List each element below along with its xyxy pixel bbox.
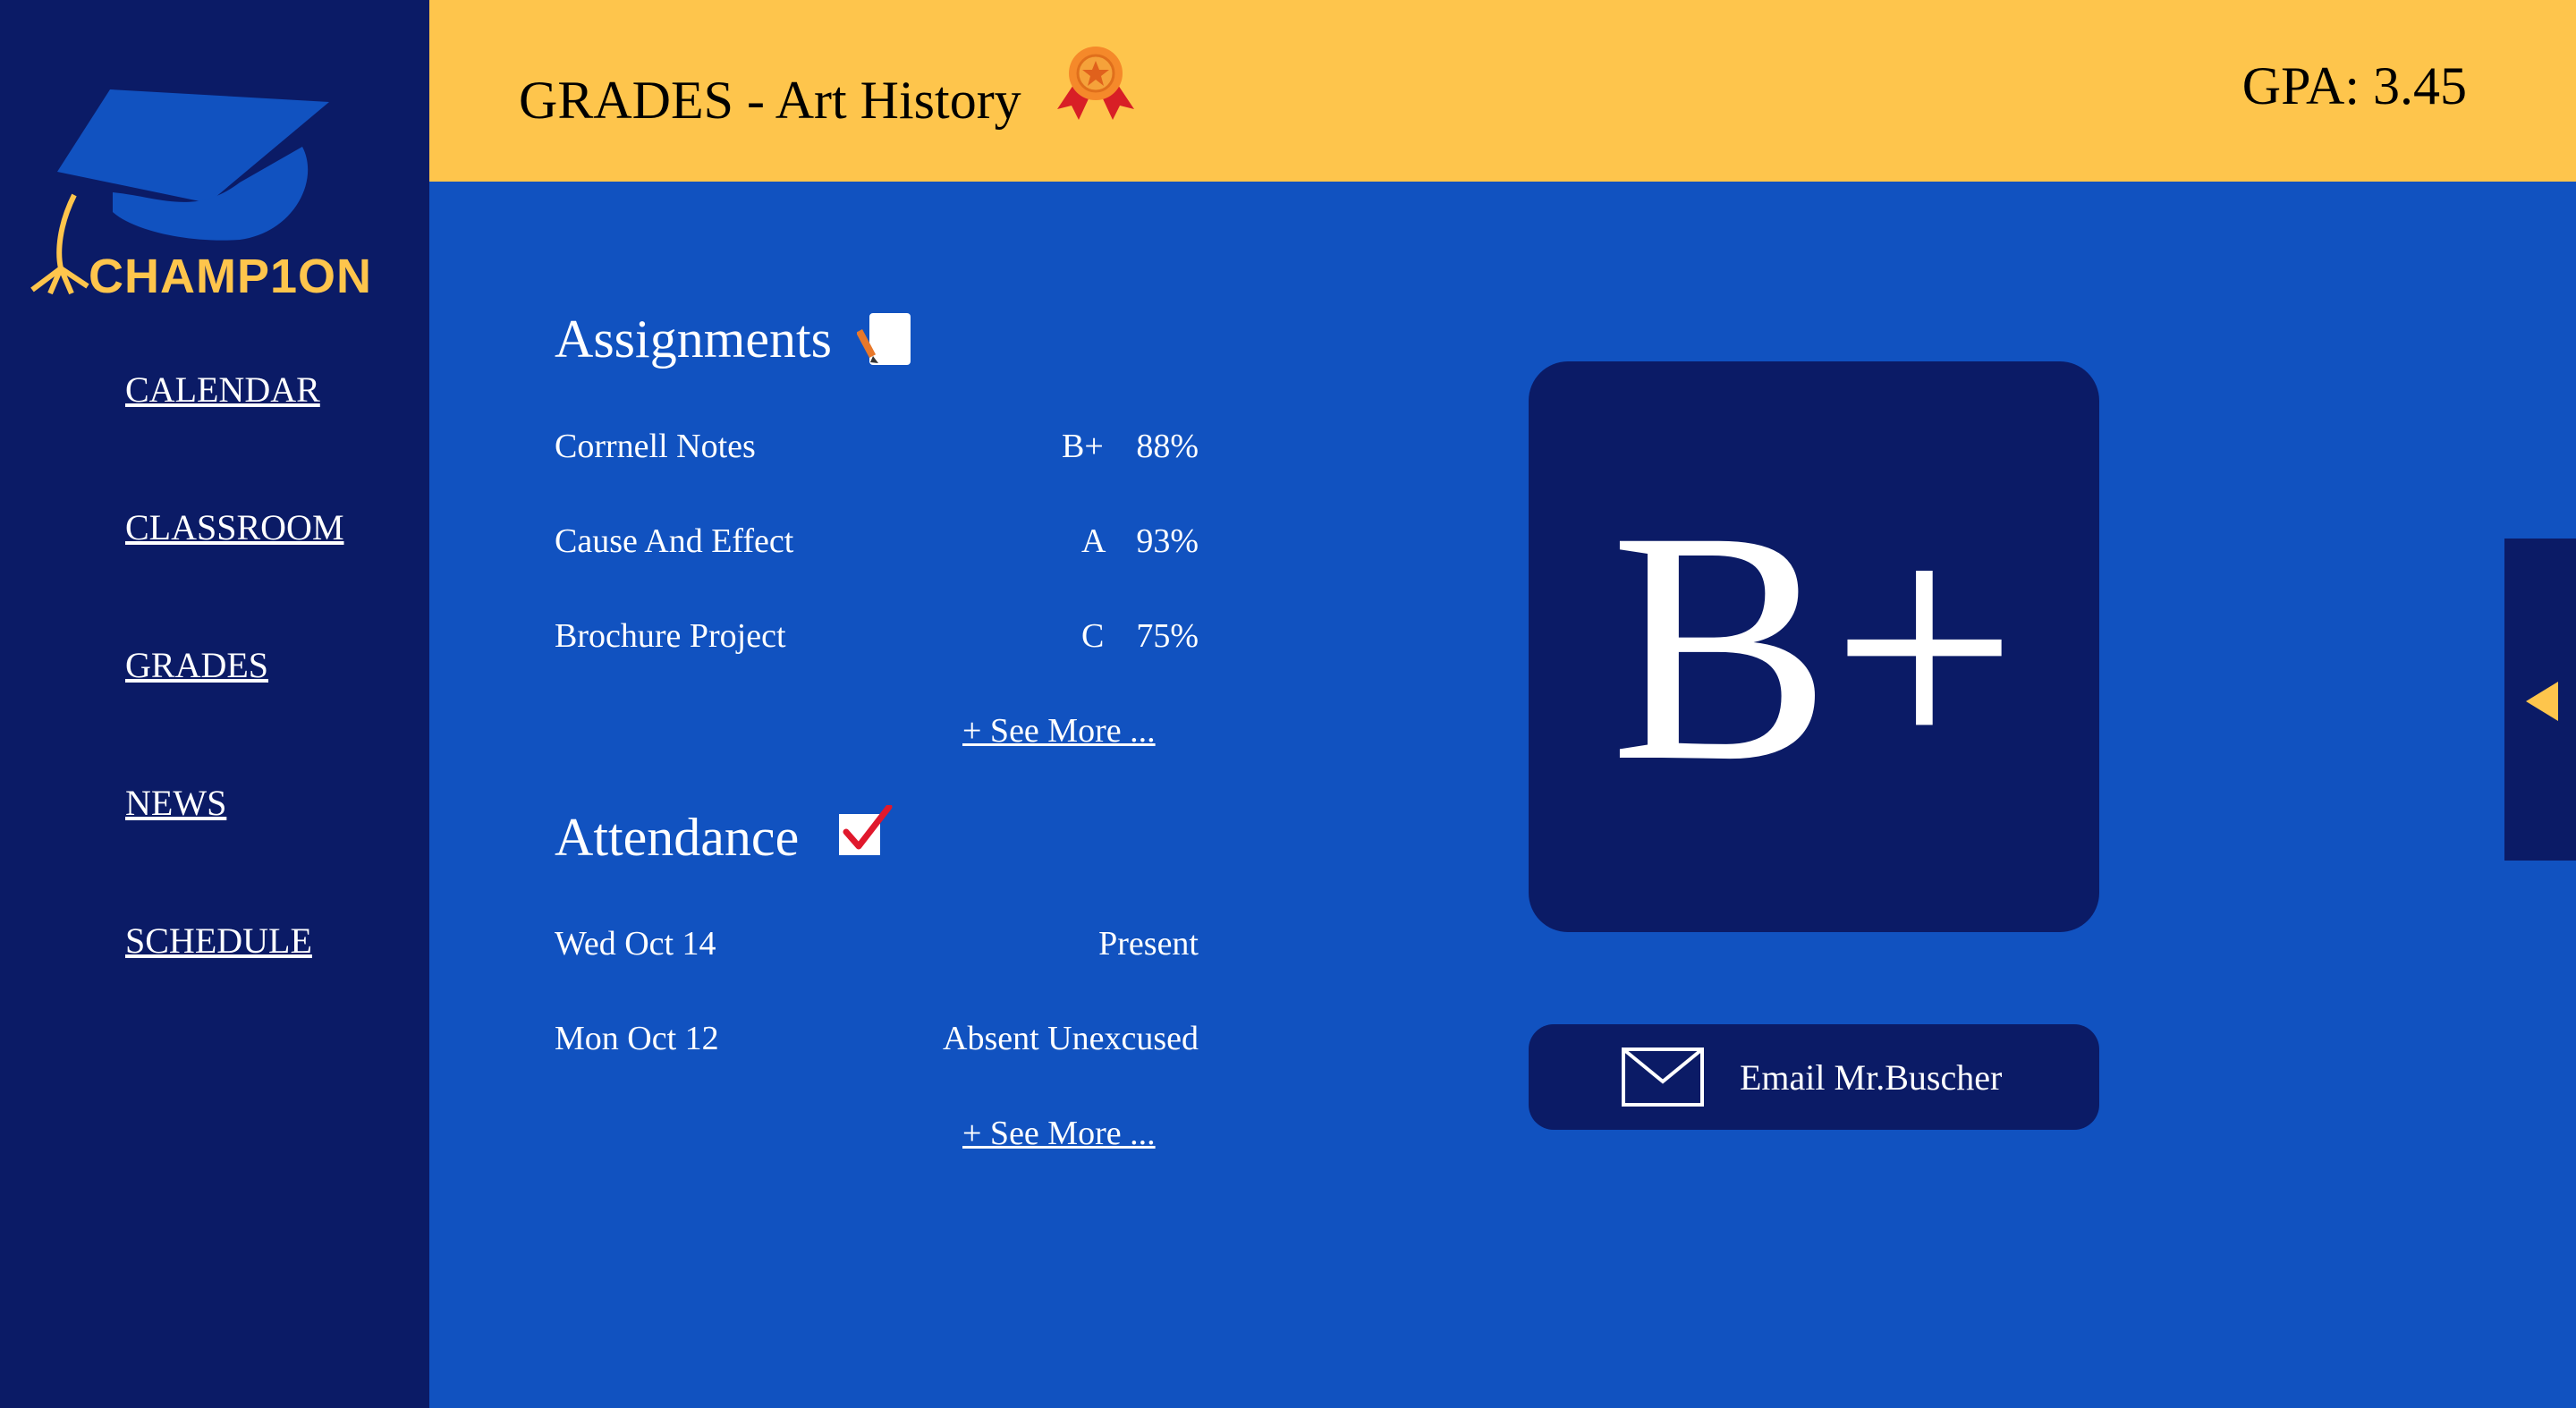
attendance-date: Wed Oct 14 <box>555 925 716 963</box>
overall-grade-letter: B+ <box>1610 463 2018 830</box>
nav-item-grades[interactable]: GRADES <box>125 642 344 780</box>
assignment-name: Cause And Effect <box>555 522 794 560</box>
assignment-percent: 75% <box>1136 617 1199 655</box>
checkbox-checked-icon <box>839 805 893 855</box>
ribbon-medal-icon <box>1057 47 1134 120</box>
email-button-label: Email Mr.Buscher <box>1740 1057 2003 1098</box>
assignments-see-more-link[interactable]: + See More ... <box>962 711 1156 751</box>
gpa-value: GPA: 3.45 <box>2241 56 2467 115</box>
nav-item-classroom[interactable]: CLASSROOM <box>125 505 344 642</box>
nav-item-news[interactable]: NEWS <box>125 780 344 918</box>
attendance-see-more-link[interactable]: + See More ... <box>962 1114 1156 1153</box>
notepad-pencil-icon <box>857 313 911 365</box>
email-teacher-button[interactable]: Email Mr.Buscher <box>1529 1024 2099 1130</box>
assignment-name: Brochure Project <box>555 617 786 655</box>
nav-item-schedule[interactable]: SCHEDULE <box>125 918 344 1056</box>
attendance-status: Absent Unexcused <box>943 1020 1199 1057</box>
side-panel-toggle[interactable] <box>2504 539 2576 861</box>
arrow-left-icon <box>2526 682 2558 721</box>
attendance-date: Mon Oct 12 <box>555 1020 719 1057</box>
brand-logo-text: CHAMP1ON <box>89 250 373 303</box>
nav-item-calendar[interactable]: CALENDAR <box>125 367 344 505</box>
attendance-title: Attendance <box>555 808 800 867</box>
sidebar-nav: CALENDAR CLASSROOM GRADES NEWS SCHEDULE <box>125 367 344 1056</box>
header-bar: GRADES - Art History GPA: 3.45 <box>429 0 2576 182</box>
assignment-percent: 93% <box>1136 522 1199 560</box>
page-title: GRADES - Art History <box>519 71 1021 130</box>
assignment-percent: 88% <box>1136 428 1199 465</box>
overall-grade-card: B+ <box>1529 361 2099 932</box>
assignment-name: Corrnell Notes <box>555 428 756 465</box>
envelope-icon <box>1622 1048 1704 1107</box>
sidebar: CHAMP1ON CALENDAR CLASSROOM GRADES NEWS … <box>0 0 429 1408</box>
assignments-title: Assignments <box>555 310 833 369</box>
attendance-status: Present <box>1098 925 1199 963</box>
